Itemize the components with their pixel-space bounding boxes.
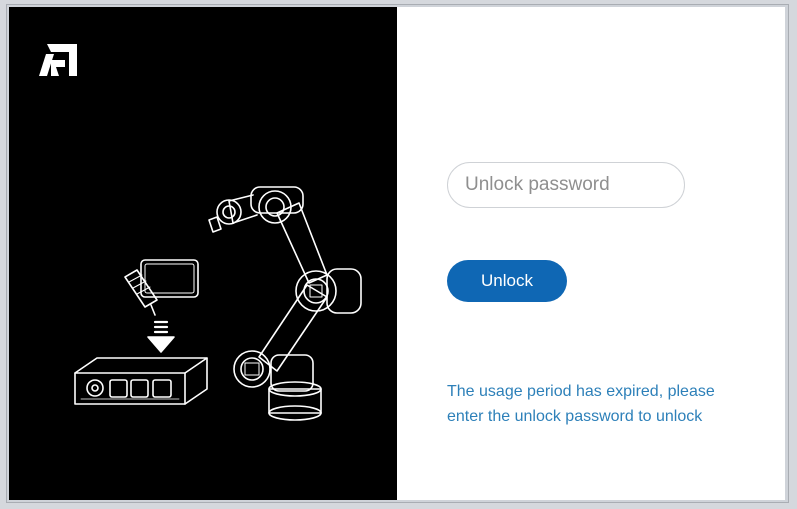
expiry-message-line1: The usage period has expired, please — [447, 383, 715, 400]
expiry-message: The usage period has expired, please ent… — [447, 379, 767, 429]
unlock-password-input[interactable] — [447, 162, 685, 208]
robot-arm-illustration — [74, 186, 362, 421]
expiry-message-line2: enter the unlock password to unlock — [447, 408, 703, 425]
control-box-icon — [74, 357, 208, 405]
branding-panel — [9, 7, 397, 500]
teach-pendant-icon — [124, 259, 199, 316]
robot-arm-icon — [208, 186, 362, 421]
company-logo-icon — [39, 44, 77, 76]
down-arrow-icon — [147, 320, 175, 353]
unlock-panel: Unlock The usage period has expired, ple… — [397, 7, 785, 500]
unlock-button[interactable]: Unlock — [447, 260, 567, 302]
